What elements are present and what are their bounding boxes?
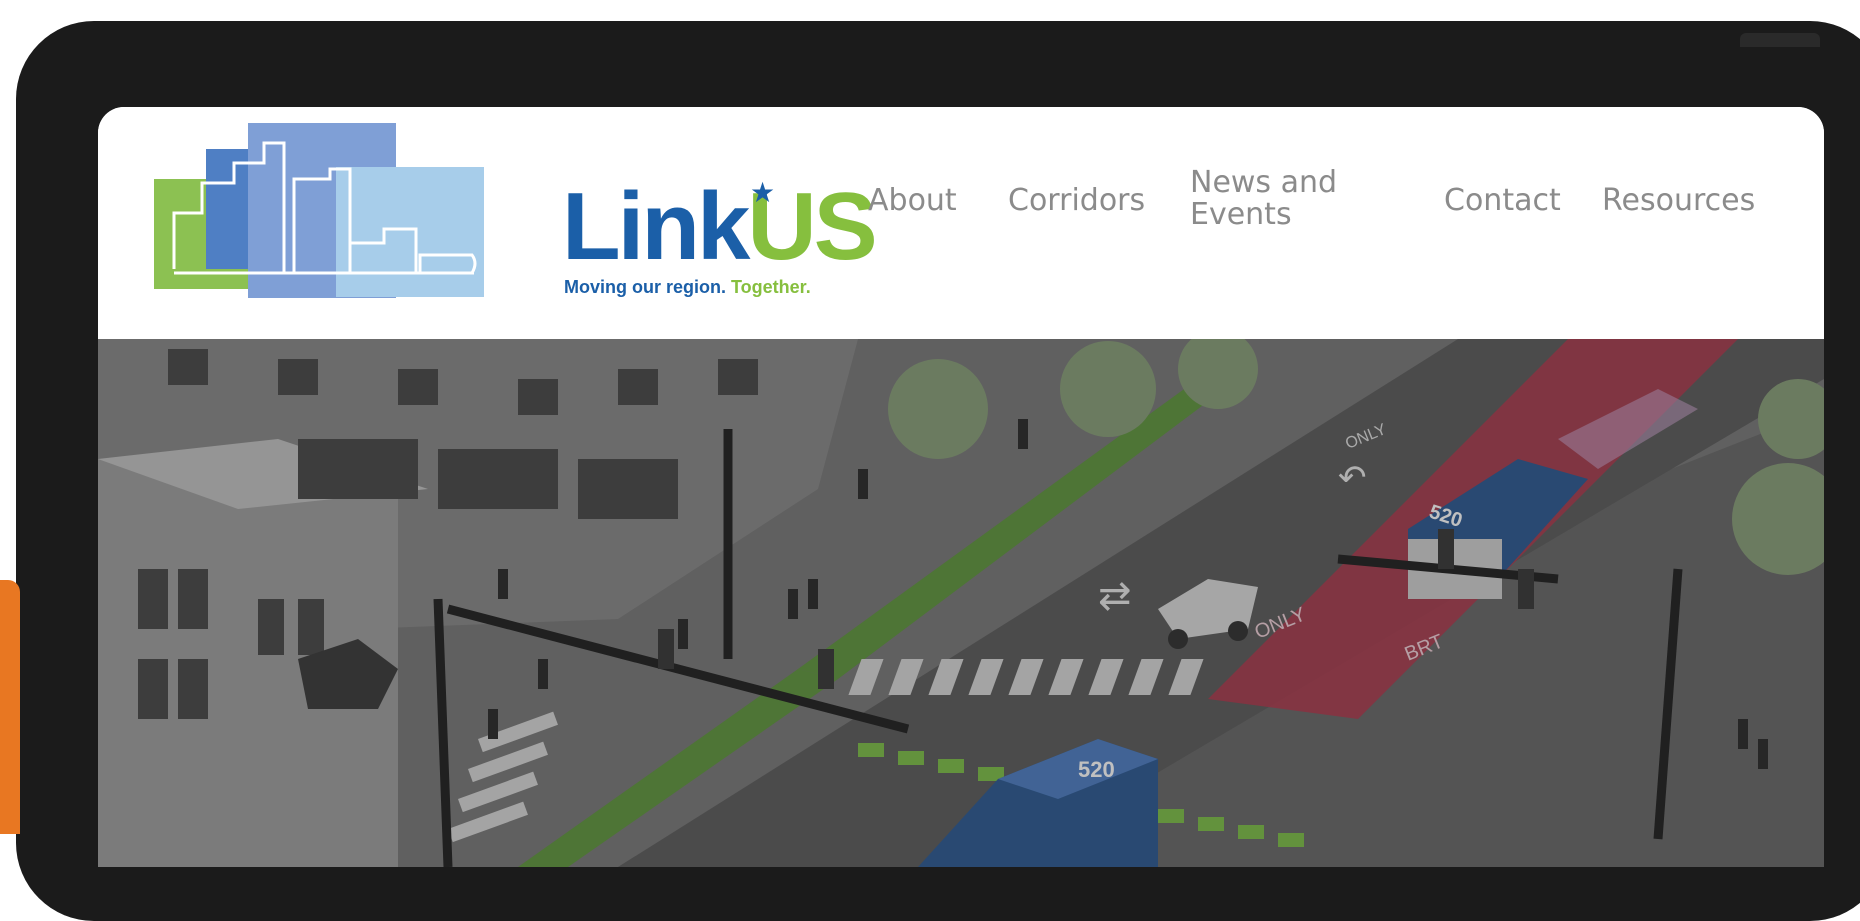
tagline-blue-part: Moving our region. [564,277,726,297]
tablet-frame: LinkUS ★ Moving our region. Together. Ab… [16,21,1860,921]
hero-street-illustration: 520 520 ONLY BRT ONLY ⇄ ↶ [98,339,1824,867]
website-screen: LinkUS ★ Moving our region. Together. Ab… [98,107,1824,867]
nav-item-resources[interactable]: Resources [1602,185,1755,217]
turn-arrow-icon: ⇄ [1098,573,1132,619]
nav-item-corridors[interactable]: Corridors [1008,185,1145,217]
tagline-green-part: Together. [731,277,811,297]
device-camera-bar [1740,33,1820,47]
nav-item-news-and-events[interactable]: News and Events [1190,167,1360,231]
main-navigation: About Corridors News and Events Contact … [98,167,1824,255]
feedback-side-tab[interactable] [0,580,20,834]
bus-number-front: 520 [1078,757,1115,782]
street-scene-image: 520 520 ONLY BRT ONLY ⇄ ↶ [98,339,1824,867]
nav-item-contact[interactable]: Contact [1444,185,1561,217]
logo-tagline: Moving our region. Together. [564,277,811,298]
site-header: LinkUS ★ Moving our region. Together. Ab… [98,107,1824,339]
nav-item-about[interactable]: About [868,185,957,217]
u-turn-arrow-icon: ↶ [1338,458,1367,498]
